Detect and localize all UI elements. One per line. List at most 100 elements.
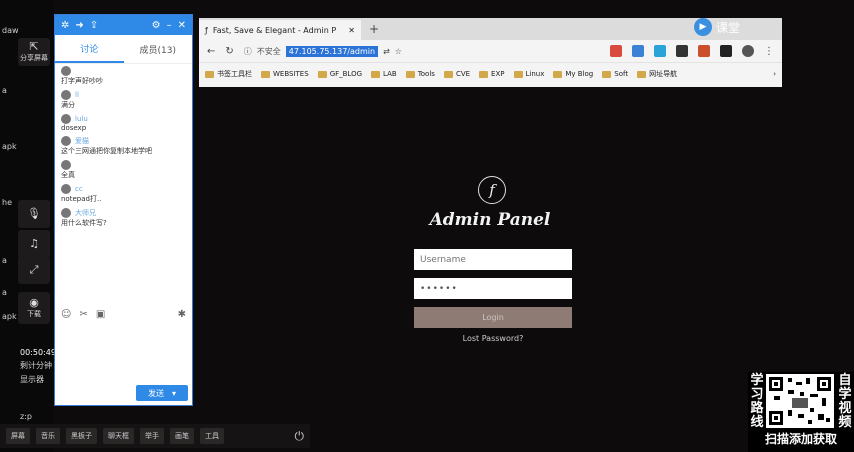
chat-tabs: 讨论 成员(13) xyxy=(55,35,192,64)
emoji-icon[interactable]: ☺ xyxy=(61,309,71,320)
extension-icon[interactable] xyxy=(654,45,666,57)
share-screen-label: 分享屏幕 xyxy=(20,54,48,62)
bookmark-item[interactable]: WEBSITES xyxy=(261,70,309,78)
folder-icon xyxy=(479,70,489,78)
login-button[interactable]: Login xyxy=(414,307,572,328)
bookmark-item[interactable]: LAB xyxy=(371,70,397,78)
music-icon: ♫ xyxy=(29,237,39,250)
more-icon[interactable]: ⋮ xyxy=(764,46,774,57)
avatar xyxy=(61,90,71,100)
chevron-right-icon[interactable]: › xyxy=(773,70,776,78)
desktop-label[interactable]: a xyxy=(2,256,7,265)
browser-tab[interactable]: ƒ Fast, Save & Elegant - Admin P ✕ xyxy=(199,20,361,40)
bookmark-item[interactable]: Soft xyxy=(602,70,628,78)
username-field[interactable] xyxy=(414,249,572,270)
message-text: dosexp xyxy=(61,124,87,132)
folder-icon xyxy=(443,70,453,78)
message-author: lulu xyxy=(75,115,88,123)
bookmark-label: CVE xyxy=(455,70,471,78)
info-icon: ⓘ xyxy=(243,46,252,56)
url-field[interactable]: ⓘ 不安全 47.105.75.137/admin ⇄ ☆ xyxy=(243,45,402,57)
star-icon[interactable]: ☆ xyxy=(395,47,402,56)
tab-title: Fast, Save & Elegant - Admin P xyxy=(212,25,337,35)
extension-icon[interactable] xyxy=(610,45,622,57)
close-tab-icon[interactable]: ✕ xyxy=(348,26,355,35)
gear-icon[interactable]: ⚙ xyxy=(152,20,161,31)
close-icon[interactable]: ✕ xyxy=(178,20,186,31)
folder-icon xyxy=(261,70,270,78)
extension-icon[interactable] xyxy=(632,45,644,57)
bookmark-item[interactable]: 书签工具栏 xyxy=(205,69,252,79)
download-button[interactable]: ◉ 下载 xyxy=(18,292,50,324)
image-icon[interactable]: ▣ xyxy=(96,309,105,320)
chat-settings-icon[interactable]: ✱ xyxy=(178,309,186,320)
promo-char: 路 xyxy=(750,401,764,416)
desktop-label[interactable]: a xyxy=(2,288,7,297)
desktop-label[interactable]: daw xyxy=(2,26,19,35)
bookmark-item[interactable]: Tools xyxy=(405,70,435,78)
bookmark-label: EXP xyxy=(491,70,505,78)
forward-icon[interactable]: ➜ xyxy=(75,20,83,31)
back-icon[interactable]: ← xyxy=(207,46,215,57)
list-item: lulu dosexp xyxy=(55,112,192,134)
expand-icon: ⤢ xyxy=(29,263,39,276)
desktop-label[interactable]: apk xyxy=(2,142,17,151)
desktop-label[interactable]: z:p xyxy=(20,412,32,421)
new-tab-icon[interactable]: + xyxy=(369,22,379,36)
minimize-icon[interactable]: – xyxy=(167,20,172,31)
music-button[interactable]: ♫ xyxy=(18,230,50,258)
taskbar-item[interactable]: 聊天框 xyxy=(103,428,134,444)
watermark-text: 课堂 xyxy=(716,20,741,35)
share-screen-button[interactable]: ⇱ 分享屏幕 xyxy=(18,38,50,66)
taskbar-item[interactable]: 屏幕 xyxy=(6,428,30,444)
bookmark-item[interactable]: CVE xyxy=(443,70,471,78)
folder-icon xyxy=(637,70,647,78)
extension-icon[interactable] xyxy=(698,45,710,57)
lost-password-link[interactable]: Lost Password? xyxy=(414,334,572,343)
watermark: ▶ 课堂 xyxy=(694,16,844,38)
address-bar-row: ← ↻ ⓘ 不安全 47.105.75.137/admin ⇄ ☆ ⋮ xyxy=(199,40,782,62)
promo-char: 视 xyxy=(838,401,852,416)
bookmark-label: Linux xyxy=(525,70,545,78)
send-button[interactable]: 发送 ▾ xyxy=(136,385,188,401)
url-host[interactable]: 47.105.75.137/admin xyxy=(285,45,379,57)
mic-button[interactable]: 🎙 xyxy=(18,200,50,228)
bookmark-label: 网址导航 xyxy=(649,70,678,78)
page-title: Admin Panel xyxy=(429,210,551,230)
bookmark-item[interactable]: GF_BLOG xyxy=(317,70,362,78)
message-author: cc xyxy=(75,185,83,193)
password-field[interactable]: •••••• xyxy=(414,278,572,299)
status-text: 剩计分钟 xyxy=(20,361,52,370)
extension-icon[interactable] xyxy=(676,45,688,57)
taskbar-item[interactable]: 黑板子 xyxy=(66,428,97,444)
chevron-down-icon[interactable]: ▾ xyxy=(172,389,176,398)
share-icon[interactable]: ⇪ xyxy=(90,20,98,31)
desktop-label[interactable]: apk xyxy=(2,312,17,321)
insecure-label: 不安全 xyxy=(256,46,281,56)
watermark-logo-icon: ▶ xyxy=(694,18,712,36)
taskbar-item[interactable]: 工具 xyxy=(200,428,224,444)
desktop-label[interactable]: a xyxy=(2,86,7,95)
bookmark-item[interactable]: My Blog xyxy=(553,70,593,78)
bookmark-label: 书签工具栏 xyxy=(217,70,252,78)
translate-icon[interactable]: ⇄ xyxy=(383,47,390,56)
bookmark-item[interactable]: Linux xyxy=(513,70,545,78)
taskbar-item[interactable]: 举手 xyxy=(140,428,164,444)
profile-avatar[interactable] xyxy=(742,45,754,57)
folder-icon xyxy=(602,70,612,78)
expand-button[interactable]: ⤢ xyxy=(18,256,50,284)
folder-icon xyxy=(205,70,214,78)
qr-code xyxy=(766,374,834,428)
taskbar-item[interactable]: 画笔 xyxy=(170,428,194,444)
power-icon[interactable]: ⏻ xyxy=(295,429,305,444)
bookmark-item[interactable]: 网址导航 xyxy=(637,69,677,79)
bookmark-item[interactable]: EXP xyxy=(479,70,505,78)
settings-icon[interactable]: ✲ xyxy=(61,20,69,31)
reload-icon[interactable]: ↻ xyxy=(225,46,233,57)
extension-icon[interactable] xyxy=(720,45,732,57)
tab-discussion[interactable]: 讨论 xyxy=(55,35,124,63)
desktop-label[interactable]: he xyxy=(2,198,12,207)
taskbar-item[interactable]: 音乐 xyxy=(36,428,60,444)
scissors-icon[interactable]: ✂ xyxy=(79,309,87,320)
tab-members[interactable]: 成员(13) xyxy=(124,35,193,63)
